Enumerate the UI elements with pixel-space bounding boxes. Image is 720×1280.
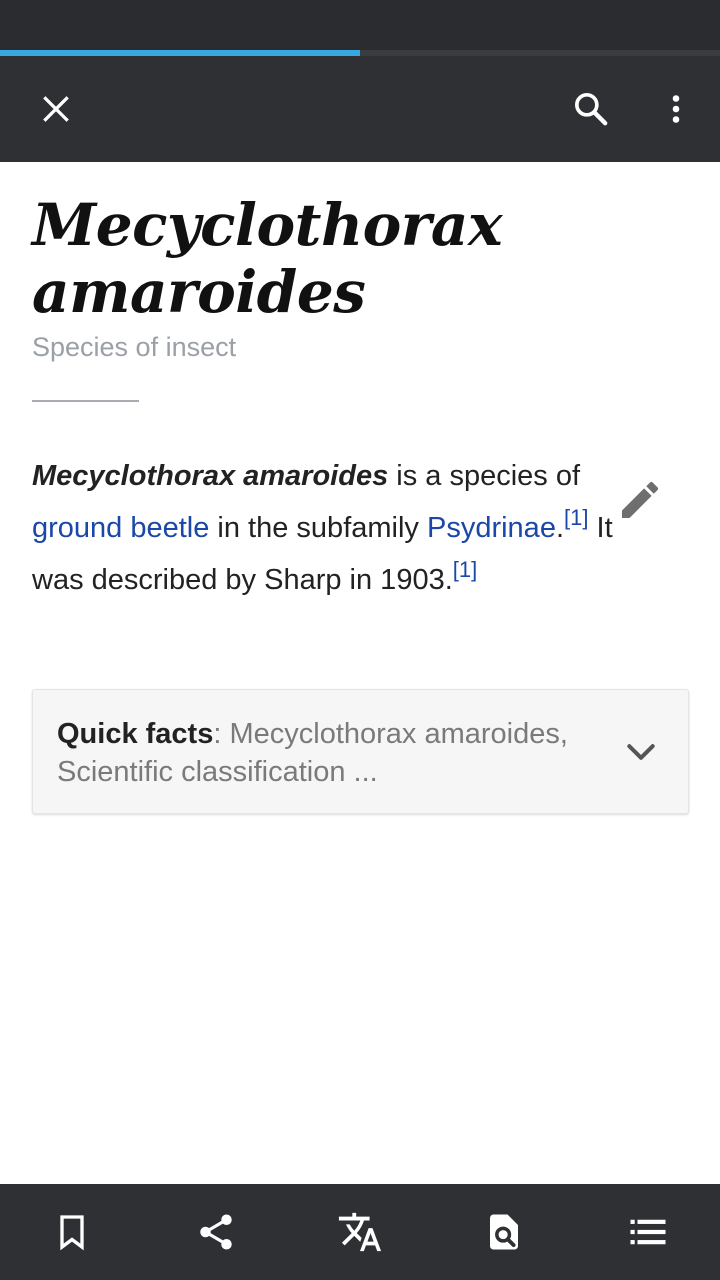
- save-page-button[interactable]: [36, 1196, 108, 1268]
- bottom-action-bar: [0, 1184, 720, 1280]
- translate-icon: [338, 1212, 382, 1252]
- overflow-menu-button[interactable]: [640, 73, 712, 145]
- lead-text: .: [555, 512, 565, 544]
- close-icon: [43, 96, 69, 122]
- table-of-contents-button[interactable]: [612, 1196, 684, 1268]
- share-button[interactable]: [180, 1196, 252, 1268]
- quick-facts-expand[interactable]: [613, 728, 669, 776]
- table-of-contents-icon: [630, 1219, 666, 1245]
- lead-text: is a species of: [388, 460, 581, 492]
- share-icon: [200, 1214, 232, 1250]
- reference-marker: [1]: [564, 505, 589, 530]
- lead-bold-name: Mecyclothorax amaroides: [32, 460, 389, 492]
- search-icon: [575, 93, 608, 126]
- quick-facts-separator: :: [213, 718, 230, 750]
- edit-section-button[interactable]: [608, 468, 672, 532]
- reference-marker: [1]: [452, 557, 478, 582]
- language-button[interactable]: [324, 1196, 396, 1268]
- link-psydrinae[interactable]: Psydrinae: [427, 512, 556, 544]
- page-title: Mecyclothorax amaroides: [32, 191, 503, 326]
- chevron-down-icon: [627, 744, 655, 760]
- lead-text: in the subfamily: [209, 512, 427, 544]
- reference-link[interactable]: [1]: [453, 559, 477, 596]
- title-divider: [32, 400, 139, 402]
- find-in-page-button[interactable]: [468, 1196, 540, 1268]
- top-toolbar: [0, 56, 720, 162]
- quick-facts-label: Quick facts: [57, 718, 214, 750]
- reference-link[interactable]: [1]: [564, 507, 588, 544]
- status-bar: [0, 0, 720, 50]
- lead-paragraph: Mecyclothorax amaroides is a species of …: [32, 450, 632, 606]
- bookmark-icon: [60, 1215, 84, 1251]
- pencil-icon: [622, 481, 659, 518]
- page-description: Species of insect: [32, 332, 237, 362]
- quick-facts-text: Quick facts: Mecyclothorax amaroides, Sc…: [57, 715, 597, 791]
- search-button[interactable]: [555, 73, 627, 145]
- find-in-page-icon: [490, 1214, 518, 1250]
- more-vert-icon: [672, 95, 680, 123]
- quick-facts-panel[interactable]: Quick facts: Mecyclothorax amaroides, Sc…: [32, 689, 689, 814]
- link-ground-beetle[interactable]: ground beetle: [32, 512, 209, 544]
- close-button[interactable]: [20, 73, 92, 145]
